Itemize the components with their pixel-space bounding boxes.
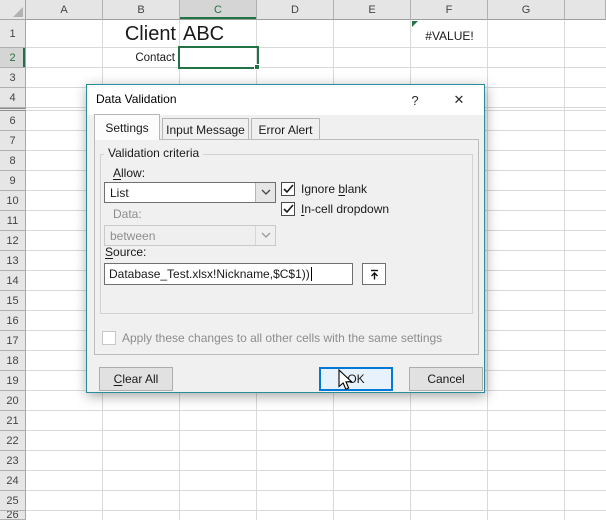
column-header-F[interactable]: F — [411, 0, 488, 20]
column-header-C[interactable]: C — [180, 0, 257, 20]
row-header-15[interactable]: 15 — [0, 291, 26, 311]
row-header-9[interactable]: 9 — [0, 171, 26, 191]
row-header-16[interactable]: 16 — [0, 311, 26, 331]
data-value: between — [110, 228, 156, 243]
dialog-title: Data Validation — [96, 92, 177, 106]
apply-changes-label: Apply these changes to all other cells w… — [122, 331, 443, 345]
checkmark-icon — [282, 204, 294, 214]
collapse-dialog-button[interactable] — [362, 263, 386, 285]
close-icon[interactable]: ✕ — [448, 90, 470, 110]
cell-B2[interactable]: Contact — [103, 48, 179, 68]
in-cell-dropdown-label: In-cell dropdown — [301, 202, 390, 216]
collapse-arrow-icon — [370, 269, 378, 279]
tab-error-alert[interactable]: Error Alert — [251, 118, 320, 140]
column-header-G[interactable]: G — [488, 0, 565, 20]
gridline-h — [26, 450, 606, 451]
row-header-8[interactable]: 8 — [0, 151, 26, 171]
gridline-h — [26, 470, 606, 471]
select-all-button[interactable] — [0, 0, 26, 20]
hidden-row-divider[interactable] — [0, 108, 26, 111]
in-cell-dropdown-checkbox[interactable] — [281, 202, 295, 216]
selected-cell-outline — [178, 46, 259, 69]
clear-all-button[interactable]: Clear All — [99, 367, 173, 391]
select-all-triangle-icon — [13, 7, 23, 17]
gridline-h — [26, 410, 606, 411]
apply-changes-checkbox — [102, 331, 116, 345]
row-header-3[interactable]: 3 — [0, 68, 26, 88]
cell-B1[interactable]: Client — [103, 20, 179, 47]
source-value: Database_Test.xlsx!Nickname,$C$1)) — [109, 267, 310, 281]
row-header-2[interactable]: 2 — [0, 48, 26, 68]
column-header-B[interactable]: B — [103, 0, 180, 20]
row-header-4[interactable]: 4 — [0, 88, 26, 108]
row-header-26[interactable]: 26 — [0, 511, 26, 520]
in-cell-dropdown-row: In-cell dropdown — [281, 202, 389, 216]
source-label: Source: — [105, 245, 147, 259]
ignore-blank-checkbox[interactable] — [281, 182, 295, 196]
allow-dropdown[interactable]: List — [104, 182, 276, 203]
chevron-down-icon — [255, 226, 275, 245]
fill-handle[interactable] — [254, 64, 260, 70]
ignore-blank-row: Ignore blank — [281, 182, 367, 196]
mouse-cursor-icon — [338, 369, 353, 390]
row-header-25[interactable]: 25 — [0, 491, 26, 511]
row-header-17[interactable]: 17 — [0, 331, 26, 351]
row-header-19[interactable]: 19 — [0, 371, 26, 391]
row-header-20[interactable]: 20 — [0, 391, 26, 411]
ignore-blank-label: Ignore blank — [301, 182, 368, 196]
column-header-partial[interactable] — [565, 0, 606, 20]
cell-C1[interactable]: ABC — [183, 20, 224, 47]
row-header-18[interactable]: 18 — [0, 351, 26, 371]
row-header-13[interactable]: 13 — [0, 251, 26, 271]
row-header-14[interactable]: 14 — [0, 271, 26, 291]
allow-value: List — [110, 185, 129, 200]
cell-F1[interactable]: #VALUE! — [411, 20, 488, 47]
error-indicator-icon — [412, 21, 418, 27]
checkmark-icon — [282, 184, 294, 194]
data-label: Data: — [113, 207, 142, 221]
gridline-h — [26, 510, 606, 511]
tab-settings[interactable]: Settings — [94, 114, 160, 140]
dialog-titlebar[interactable]: Data Validation ? ✕ — [87, 85, 484, 115]
row-header-23[interactable]: 23 — [0, 451, 26, 471]
row-header-1[interactable]: 1 — [0, 20, 26, 48]
gridline-h — [26, 490, 606, 491]
column-header-A[interactable]: A — [26, 0, 103, 20]
row-header-10[interactable]: 10 — [0, 191, 26, 211]
row-header-6[interactable]: 6 — [0, 111, 26, 131]
row-header-21[interactable]: 21 — [0, 411, 26, 431]
row-header-22[interactable]: 22 — [0, 431, 26, 451]
allow-label: Allow: — [113, 166, 146, 180]
data-dropdown: between — [104, 225, 276, 246]
text-caret — [310, 267, 312, 281]
ok-button[interactable]: OK — [319, 367, 393, 391]
help-icon[interactable]: ? — [404, 90, 426, 110]
row-header-7[interactable]: 7 — [0, 131, 26, 151]
validation-criteria-label: Validation criteria — [104, 146, 204, 160]
gridline-h — [26, 430, 606, 431]
chevron-down-icon[interactable] — [255, 183, 275, 202]
apply-changes-row: Apply these changes to all other cells w… — [102, 331, 442, 345]
row-header-24[interactable]: 24 — [0, 471, 26, 491]
tab-input-message[interactable]: Input Message — [162, 118, 249, 140]
data-validation-dialog: Data Validation ? ✕ Settings Input Messa… — [86, 84, 485, 393]
column-header-E[interactable]: E — [334, 0, 411, 20]
column-header-D[interactable]: D — [257, 0, 334, 20]
row-header-11[interactable]: 11 — [0, 211, 26, 231]
row-header-12[interactable]: 12 — [0, 231, 26, 251]
source-input[interactable]: Database_Test.xlsx!Nickname,$C$1)) — [104, 263, 353, 285]
excel-window: ABCDEFG 1 2 3 4 6 7 8 9 10 11 12 13 14 15 16 17 18 19 20 21… — [0, 0, 606, 520]
cancel-button[interactable]: Cancel — [409, 367, 483, 391]
